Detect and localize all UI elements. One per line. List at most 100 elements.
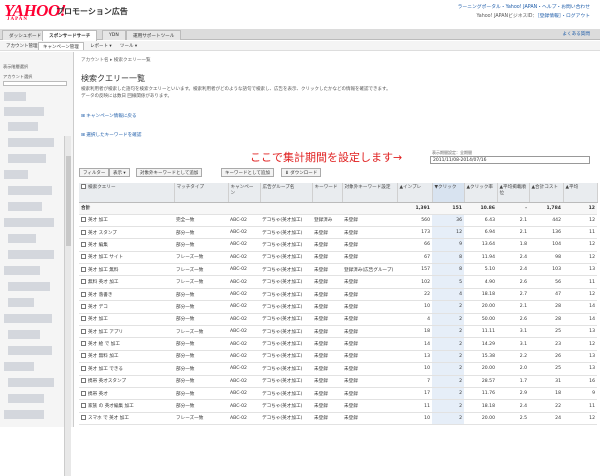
account-select[interactable]: [3, 81, 67, 86]
sidebar-scrollbar[interactable]: [64, 136, 71, 476]
row-checkbox[interactable]: [81, 279, 86, 285]
cell-cost: 56: [529, 275, 563, 289]
row-checkbox[interactable]: [81, 316, 86, 322]
row-checkbox[interactable]: [81, 241, 86, 247]
table-row[interactable]: 無料 英才 加工 フレーズ一致 ABC-02 デコちゃ(英才加工) 未登録 未登録 102 5…: [79, 275, 597, 289]
header-links[interactable]: ラーニングポータル・Yahoo! JAPAN・ヘルプ・お問い合わせ: [458, 3, 590, 10]
col-negative-keyword[interactable]: 対象外キーワード設定: [342, 183, 398, 203]
tab-ydn[interactable]: YDN: [102, 30, 126, 40]
cell-campaign: ABC-02: [228, 263, 260, 277]
table-row[interactable]: 英才 スタンプ 部分一致 ABC-02 デコちゃ(英才加工) 未登録 未登録 173 12 6.…: [79, 226, 597, 240]
col-keyword[interactable]: キーワード: [312, 183, 343, 203]
subtab-tools[interactable]: ツール ▾: [116, 42, 141, 50]
row-checkbox[interactable]: [81, 341, 86, 347]
query-text[interactable]: 英才 落書き: [88, 293, 112, 298]
query-text[interactable]: 英才 加工 アプリ: [88, 330, 123, 335]
col-match-type[interactable]: マッチタイプ: [174, 183, 229, 203]
query-text[interactable]: 英才 編集: [88, 243, 108, 248]
table-row[interactable]: 英才 落書き 部分一致 ABC-02 デコちゃ(英才加工) 未登録 未登録 22 4 18.18…: [79, 288, 597, 302]
row-checkbox[interactable]: [81, 328, 86, 334]
cell-campaign: ABC-02: [228, 251, 260, 265]
col-avg-cpc[interactable]: ▲平均: [563, 183, 598, 203]
subtab-campaign[interactable]: キャンペーン管理: [38, 42, 84, 50]
row-checkbox[interactable]: [81, 415, 86, 421]
faq-link[interactable]: よくある質問: [562, 31, 590, 37]
col-query[interactable]: 検索クエリー: [79, 183, 175, 203]
campaign-info-toggle[interactable]: ⊞ キャンペーン情報に戻る: [81, 113, 137, 119]
tab-support-tools[interactable]: 運用サポートツール: [126, 30, 182, 40]
table-row[interactable]: スマホ で 英才 加工 フレーズ一致 ABC-02 デコちゃ(英才加工) 未登録 未登録 1…: [79, 412, 597, 426]
col-total-cost[interactable]: ▲合計コスト: [529, 183, 564, 203]
query-text[interactable]: 英才 加工 できる: [88, 367, 123, 372]
cell-avg-position: 3.1: [497, 325, 529, 339]
display-button[interactable]: 表示 ▾: [109, 168, 130, 177]
filter-button[interactable]: フィルター: [79, 168, 110, 177]
subtab-report[interactable]: レポート ▾: [86, 42, 116, 50]
table-row[interactable]: 英才 加工 サイト フレーズ一致 ABC-02 デコちゃ(英才加工) 未登録 未登録 67 8…: [79, 251, 597, 265]
query-text[interactable]: 無料 英才 加工: [88, 280, 118, 285]
table-row[interactable]: 英才 絵 で 加工 部分一致 ABC-02 デコちゃ(英才加工) 未登録 未登録 14 2 14…: [79, 337, 597, 351]
user-links[interactable]: ［登録情報］・ログアウト: [537, 14, 590, 19]
row-checkbox[interactable]: [81, 291, 86, 297]
table-row[interactable]: 英才 編集 部分一致 ABC-02 デコちゃ(英才加工) 未登録 未登録 66 9 13.64 1…: [79, 238, 597, 252]
col-campaign[interactable]: キャンペーン: [228, 183, 261, 203]
query-text[interactable]: 英才 加工: [88, 218, 108, 223]
table-row[interactable]: 英才 無料 加工 部分一致 ABC-02 デコちゃ(英才加工) 未登録 未登録 13 2 15.…: [79, 350, 597, 364]
add-keyword-button[interactable]: キーワードとして追加: [221, 168, 274, 177]
query-text[interactable]: 携帯 英才スタンプ: [88, 379, 126, 384]
subtab-account[interactable]: アカウント管理: [2, 42, 42, 50]
header-links-text[interactable]: ラーニングポータル・Yahoo! JAPAN・ヘルプ・お問い合わせ: [458, 5, 590, 10]
add-negative-keyword-button[interactable]: 対象外キーワードとして追加: [136, 168, 203, 177]
query-text[interactable]: 英才 加工 サイト: [88, 255, 123, 260]
table-row[interactable]: 携帯 英才スタンプ 部分一致 ABC-02 デコちゃ(英才加工) 未登録 未登録 7 2 28.…: [79, 375, 597, 388]
cell-negative-keyword: 未登録: [342, 214, 397, 227]
table-row[interactable]: 英才 加工 無料 フレーズ一致 ABC-02 デコちゃ(英才加工) 未登録 登録済み(広告…: [79, 263, 597, 277]
scrollbar-thumb[interactable]: [66, 156, 71, 246]
select-all-checkbox[interactable]: [81, 184, 86, 189]
row-checkbox[interactable]: [81, 266, 86, 272]
row-checkbox[interactable]: [81, 403, 86, 409]
row-checkbox[interactable]: [81, 229, 86, 235]
query-text[interactable]: 英才 無料 加工: [88, 354, 118, 359]
col-avg-position[interactable]: ▲平均掲載順位: [497, 183, 530, 203]
table-row[interactable]: 英才 加工 部分一致 ABC-02 デコちゃ(英才加工) 未登録 未登録 4 2 50.00 2.…: [79, 313, 597, 327]
query-text[interactable]: スマホ で 英才 加工: [88, 416, 129, 421]
cell-cost: 28: [529, 300, 563, 314]
table-row[interactable]: 英才 加工 できる 部分一致 ABC-02 デコちゃ(英才加工) 未登録 未登録 10 2 20…: [79, 362, 597, 376]
query-text[interactable]: 英才 加工 無料: [88, 268, 118, 273]
breadcrumb[interactable]: アカウント名 ▸ 検索クエリー一覧: [81, 57, 151, 63]
col-impressions[interactable]: ▲インプレ: [397, 183, 433, 203]
table-row[interactable]: 英才 加工 アプリ フレーズ一致 ABC-02 デコちゃ(英才加工) 未登録 未登録 18 2…: [79, 325, 597, 339]
selected-keywords-toggle[interactable]: ⊞ 選択したキーワードを確認: [81, 132, 141, 138]
download-button[interactable]: ⬇ ダウンロード: [281, 168, 322, 177]
query-text[interactable]: 携帯 英才: [88, 392, 108, 397]
total-impressions: 1,391: [397, 202, 432, 215]
table-row[interactable]: 英才 デコ 部分一致 ABC-02 デコちゃ(英才加工) 未登録 未登録 10 2 20.00 2…: [79, 300, 597, 314]
row-checkbox[interactable]: [81, 353, 86, 359]
row-checkbox[interactable]: [81, 303, 86, 309]
col-query-label[interactable]: 検索クエリー: [88, 185, 116, 190]
row-checkbox[interactable]: [81, 365, 86, 371]
cell-query: 家族 の 英才編集 加工: [79, 399, 174, 413]
row-checkbox[interactable]: [81, 217, 86, 223]
query-text[interactable]: 英才 絵 で 加工: [88, 342, 120, 347]
row-checkbox[interactable]: [81, 378, 86, 384]
table-row[interactable]: 英才 加工 完全一致 ABC-02 デコちゃ(英才加工) 登録済み 未登録 560 36 6.4…: [79, 214, 597, 227]
table-row[interactable]: 携帯 英才 部分一致 ABC-02 デコちゃ(英才加工) 未登録 未登録 17 2 11.76 2…: [79, 387, 597, 401]
query-text[interactable]: 英才 デコ: [88, 305, 108, 310]
row-checkbox[interactable]: [81, 390, 86, 396]
tab-sponsored-search[interactable]: スポンサードサーチ: [42, 30, 98, 41]
period-select[interactable]: 2011/11/08-2014/07/16: [430, 156, 590, 164]
col-clicks[interactable]: ▼クリック: [432, 183, 465, 203]
query-text[interactable]: 家族 の 英才編集 加工: [88, 404, 134, 409]
table-row[interactable]: 家族 の 英才編集 加工 部分一致 ABC-02 デコちゃ(英才加工) 未登録 未登録 11…: [79, 399, 597, 413]
cell-campaign: ABC-02: [228, 387, 260, 401]
col-ctr[interactable]: ▲クリック率: [464, 183, 498, 203]
cell-match-type: 部分一致: [174, 399, 228, 413]
row-checkbox[interactable]: [81, 254, 86, 260]
query-text[interactable]: 英才 スタンプ: [88, 231, 117, 236]
col-ad-group[interactable]: 広告グループ名: [260, 183, 313, 203]
query-text[interactable]: 英才 加工: [88, 317, 108, 322]
cell-avg-position: 3.1: [497, 337, 529, 351]
page-title: 検索クエリー一覧: [81, 74, 145, 83]
